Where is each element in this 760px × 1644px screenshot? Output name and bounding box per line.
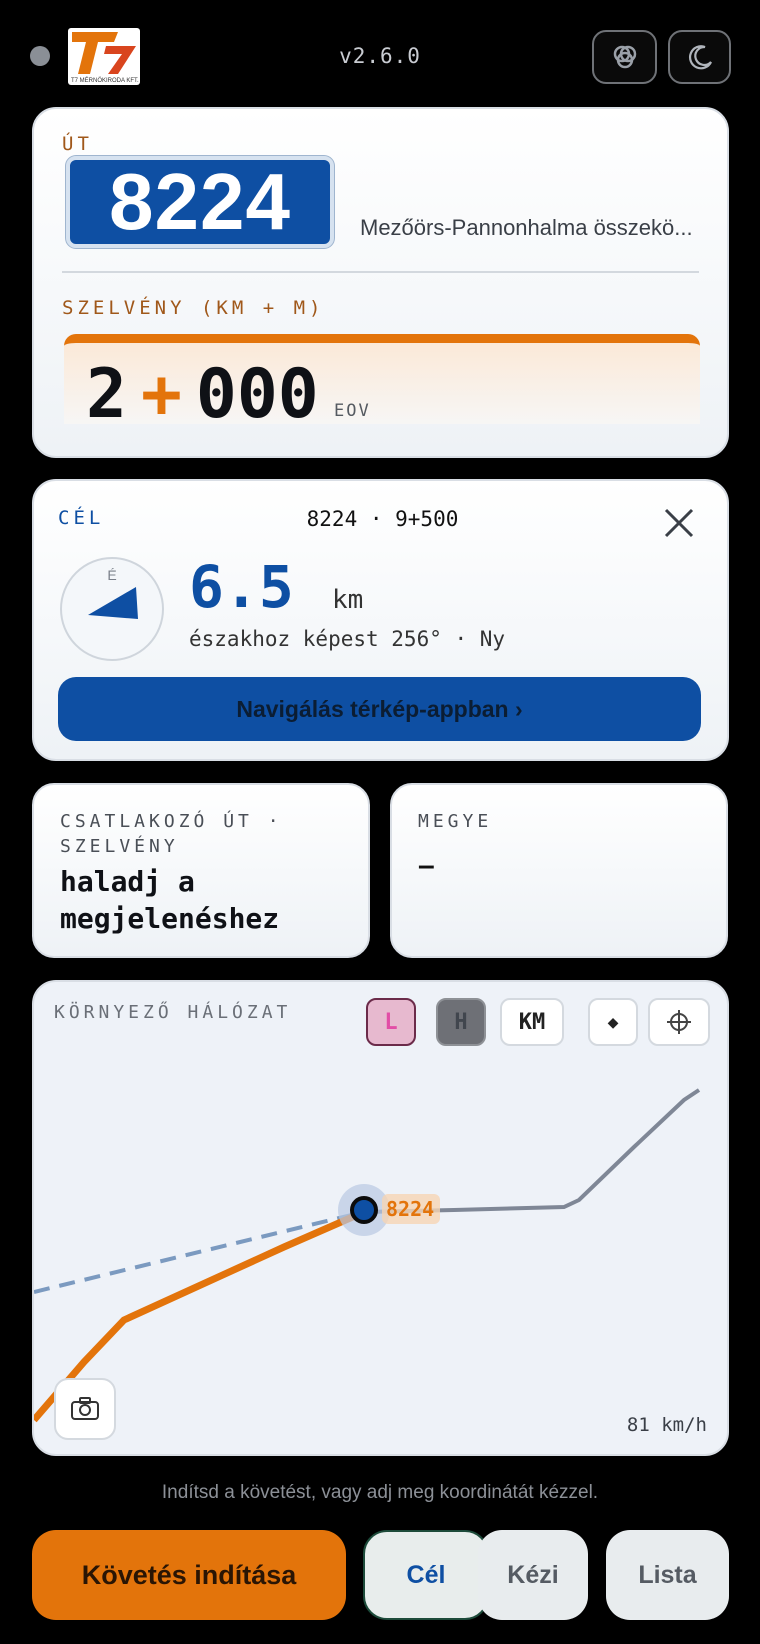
chainage-m: 000 bbox=[195, 355, 319, 434]
camera-button[interactable] bbox=[54, 1378, 116, 1440]
diamond-toggle[interactable]: ◆ bbox=[588, 998, 638, 1046]
target-card: CÉL 8224 · 9+500 É 6.5 km északhoz képes… bbox=[32, 479, 729, 761]
chainage-plus: + bbox=[140, 355, 182, 434]
divider bbox=[62, 271, 699, 273]
chainage-box: 2 + 000 EOV bbox=[64, 334, 700, 434]
road-label-on-map: 8224 bbox=[386, 1197, 434, 1221]
network-road-line bbox=[363, 1088, 701, 1214]
target-button[interactable]: Cél bbox=[363, 1530, 489, 1620]
close-icon bbox=[664, 508, 694, 538]
close-target-button[interactable] bbox=[661, 505, 697, 541]
layer-h-toggle[interactable]: H bbox=[436, 998, 486, 1046]
compass: É bbox=[60, 557, 164, 661]
chainage-label: SZELVÉNY (KM + M) bbox=[62, 297, 325, 319]
start-tracking-button[interactable]: Követés indítása bbox=[32, 1530, 346, 1620]
position-marker bbox=[350, 1196, 378, 1224]
road-card: ÚT 8224 Mezőörs-Pannonhalma összekö... S… bbox=[32, 107, 729, 458]
junction-label: CSATLAKOZÓ ÚT · SZELVÉNY bbox=[60, 811, 283, 857]
camera-icon bbox=[71, 1397, 99, 1420]
target-distance: 6.5 bbox=[189, 553, 294, 621]
map-canvas[interactable]: 8224 bbox=[34, 982, 729, 1456]
road-number-shield: 8224 bbox=[66, 156, 334, 248]
layers-button[interactable] bbox=[592, 30, 657, 84]
hint-text: Indítsd a követést, vagy adj meg koordin… bbox=[161, 1482, 599, 1503]
moon-icon bbox=[688, 45, 712, 70]
manual-button[interactable]: Kézi bbox=[478, 1530, 588, 1620]
junction-value: haladj a megjelenéshez bbox=[60, 865, 280, 935]
junction-card: CSATLAKOZÓ ÚT · SZELVÉNY haladj a megjel… bbox=[32, 783, 370, 958]
layer-l-toggle[interactable]: L bbox=[366, 998, 416, 1046]
network-map[interactable]: 8224 KÖRNYEZŐ HÁLÓZAT L H KM ◆ 81 km/h bbox=[32, 980, 729, 1456]
list-button[interactable]: Lista bbox=[606, 1530, 729, 1620]
road-name: Mezőörs-Pannonhalma összekö... bbox=[360, 215, 693, 240]
county-value: – bbox=[418, 849, 435, 882]
layers-icon bbox=[613, 45, 636, 69]
chainage-value: 2 + 000 bbox=[86, 355, 319, 434]
target-bearing: északhoz képest 256° · Ny bbox=[189, 627, 506, 651]
chainage-km: 2 bbox=[86, 355, 127, 434]
dashed-road-line bbox=[34, 1210, 365, 1294]
coordinate-system: EOV bbox=[334, 401, 371, 421]
recenter-button[interactable] bbox=[648, 998, 710, 1046]
navigate-map-app-button[interactable]: Navigálás térkép-appban › bbox=[58, 677, 701, 741]
county-label: MEGYE bbox=[418, 811, 493, 832]
bearing-arrow-icon bbox=[88, 587, 138, 619]
svg-text:T7 MÉRNÖKIRODA KFT.: T7 MÉRNÖKIRODA KFT. bbox=[71, 77, 139, 84]
target-chainage: 8224 · 9+500 bbox=[306, 507, 459, 531]
county-card: MEGYE – bbox=[390, 783, 728, 958]
km-toggle[interactable]: KM bbox=[500, 998, 564, 1046]
theme-toggle-button[interactable] bbox=[668, 30, 731, 84]
target-distance-unit: km bbox=[332, 585, 364, 615]
map-label: KÖRNYEZŐ HÁLÓZAT bbox=[54, 1002, 292, 1023]
speed-readout: 81 km/h bbox=[626, 1414, 707, 1436]
road-label: ÚT bbox=[62, 133, 93, 155]
crosshair-icon bbox=[667, 1010, 691, 1034]
